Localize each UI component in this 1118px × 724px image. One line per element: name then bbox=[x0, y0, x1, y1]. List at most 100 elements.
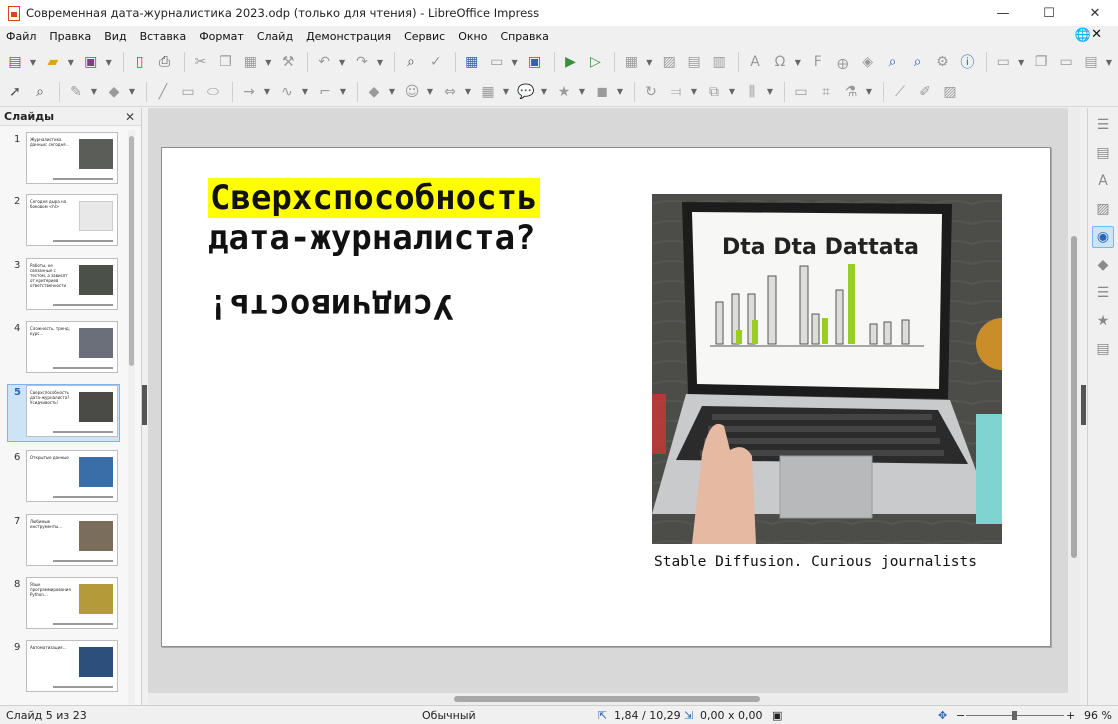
glue-points-icon[interactable]: ✐ bbox=[914, 81, 936, 103]
close-document-icon[interactable]: ✕ bbox=[1091, 27, 1102, 42]
basic-shapes-dropdown-icon[interactable]: ▼ bbox=[388, 81, 396, 103]
minimize-button[interactable]: — bbox=[980, 0, 1026, 26]
navigator-icon[interactable]: ◉ bbox=[1092, 226, 1114, 248]
layout-dropdown-icon[interactable]: ▼ bbox=[1105, 51, 1113, 73]
symbol-shapes-dropdown-icon[interactable]: ▼ bbox=[426, 81, 434, 103]
horizontal-scrollbar-thumb[interactable] bbox=[454, 696, 760, 702]
print-icon[interactable]: ⎙ bbox=[154, 51, 176, 73]
stars-icon[interactable]: ★ bbox=[553, 81, 575, 103]
open-dropdown-icon[interactable]: ▼ bbox=[67, 51, 75, 73]
image-icon[interactable]: ▨ bbox=[658, 51, 680, 73]
save-icon[interactable]: ▣ bbox=[80, 51, 102, 73]
slide-thumbnail[interactable]: 9 Автоматизация… bbox=[8, 640, 120, 698]
undo-dropdown-icon[interactable]: ▼ bbox=[338, 51, 346, 73]
connectors-icon[interactable]: ⌐ bbox=[314, 81, 336, 103]
vertical-scrollbar-thumb[interactable] bbox=[1071, 236, 1077, 558]
line-color-icon[interactable]: ✎ bbox=[65, 81, 87, 103]
distribute-icon[interactable]: ⫼ bbox=[741, 81, 763, 103]
media-icon[interactable]: ▤ bbox=[683, 51, 705, 73]
arrange-icon[interactable]: ⧉ bbox=[703, 81, 725, 103]
menu-format[interactable]: Формат bbox=[199, 30, 244, 43]
distribute-dropdown-icon[interactable]: ▼ bbox=[766, 81, 774, 103]
paste-dropdown-icon[interactable]: ▼ bbox=[264, 51, 272, 73]
table-icon[interactable]: ▦ bbox=[620, 51, 642, 73]
slide-thumbnail[interactable]: 3 Работы, не связанные с тестом, а завис… bbox=[8, 258, 120, 316]
help-info-icon[interactable]: ⓘ bbox=[956, 51, 978, 73]
redo-dropdown-icon[interactable]: ▼ bbox=[376, 51, 384, 73]
zoom-slider-handle[interactable] bbox=[1012, 711, 1017, 720]
menu-slideshow[interactable]: Демонстрация bbox=[306, 30, 391, 43]
menu-view[interactable]: Вид bbox=[104, 30, 126, 43]
fill-color-dropdown-icon[interactable]: ▼ bbox=[128, 81, 136, 103]
menu-slide[interactable]: Слайд bbox=[257, 30, 293, 43]
delete-slide-icon[interactable]: ▭ bbox=[1055, 51, 1077, 73]
menu-insert[interactable]: Вставка bbox=[140, 30, 187, 43]
new-slide-dropdown-icon[interactable]: ▼ bbox=[1017, 51, 1025, 73]
menu-help[interactable]: Справка bbox=[500, 30, 548, 43]
redo-icon[interactable]: ↷ bbox=[351, 51, 373, 73]
shadow-icon[interactable]: ▭ bbox=[790, 81, 812, 103]
callouts-dropdown-icon[interactable]: ▼ bbox=[540, 81, 548, 103]
align-dropdown-icon[interactable]: ▼ bbox=[690, 81, 698, 103]
3d-objects-icon[interactable]: ◼ bbox=[591, 81, 613, 103]
block-arrows-dropdown-icon[interactable]: ▼ bbox=[464, 81, 472, 103]
slide-thumbnail[interactable]: 1 Журналистика данных: сегодня… bbox=[8, 132, 120, 190]
zoom-pan-tool-icon[interactable]: ⌕ bbox=[29, 81, 51, 103]
laptop-photo[interactable]: Dta Dta Dattata bbox=[652, 194, 1002, 544]
slide-thumbnail[interactable]: 8 Язык программирования Python… bbox=[8, 577, 120, 635]
arrows-dropdown-icon[interactable]: ▼ bbox=[263, 81, 271, 103]
save-dropdown-icon[interactable]: ▼ bbox=[105, 51, 113, 73]
slide-thumbnail[interactable]: 6 Открытые данные bbox=[8, 450, 120, 508]
hyperlink-icon[interactable]: 🜨 bbox=[832, 51, 854, 73]
gallery-icon[interactable]: ▨ bbox=[1092, 198, 1114, 220]
align-icon[interactable]: ⫤ bbox=[665, 81, 687, 103]
zoom-pan-icon[interactable]: ⌕ bbox=[882, 51, 904, 73]
find-replace-icon[interactable]: ⌕ bbox=[400, 51, 422, 73]
textbox-icon[interactable]: A bbox=[744, 51, 766, 73]
views-dropdown-icon[interactable]: ▼ bbox=[511, 51, 519, 73]
export-pdf-icon[interactable]: ▯ bbox=[129, 51, 151, 73]
duplicate-slide-icon[interactable]: ❐ bbox=[1030, 51, 1052, 73]
collapse-slides-panel-handle[interactable] bbox=[142, 385, 147, 425]
curves-dropdown-icon[interactable]: ▼ bbox=[301, 81, 309, 103]
paste-icon[interactable]: ▦ bbox=[239, 51, 261, 73]
current-slide[interactable]: Сверхспособность дата-журналиста? Усидчи… bbox=[161, 147, 1051, 647]
zoom-icon[interactable]: ⌕ bbox=[907, 51, 929, 73]
globe-icon[interactable]: 🌐 bbox=[1075, 28, 1091, 43]
slide-thumbnail[interactable]: 7 Любимые инструменты… bbox=[8, 514, 120, 572]
connectors-dropdown-icon[interactable]: ▼ bbox=[339, 81, 347, 103]
zoom-in-button[interactable]: + bbox=[1066, 709, 1075, 722]
stars-dropdown-icon[interactable]: ▼ bbox=[578, 81, 586, 103]
slide-transition-icon[interactable]: ☰ bbox=[1092, 282, 1114, 304]
table-dropdown-icon[interactable]: ▼ bbox=[645, 51, 653, 73]
rectangle-tool-icon[interactable]: ▭ bbox=[177, 81, 199, 103]
line-tool-icon[interactable]: ╱ bbox=[152, 81, 174, 103]
symbol-shapes-icon[interactable]: ☺ bbox=[401, 81, 423, 103]
upside-down-text[interactable]: Усидчивость! bbox=[208, 286, 454, 326]
slide-thumbnail[interactable]: 2 Сегодня дыра на боковом <hl> bbox=[8, 194, 120, 252]
menu-window[interactable]: Окно bbox=[458, 30, 487, 43]
curves-icon[interactable]: ∿ bbox=[276, 81, 298, 103]
rotate-icon[interactable]: ↻ bbox=[640, 81, 662, 103]
close-button[interactable]: ✕ bbox=[1072, 0, 1118, 26]
fill-color-icon[interactable]: ◆ bbox=[103, 81, 125, 103]
toggle-extrusion-icon[interactable]: ▨ bbox=[939, 81, 961, 103]
select-arrow-icon[interactable]: ➚ bbox=[4, 81, 26, 103]
block-arrows-icon[interactable]: ⇔ bbox=[439, 81, 461, 103]
points-icon[interactable]: ⟋ bbox=[889, 81, 911, 103]
slide-heading[interactable]: Сверхспособность дата-журналиста? bbox=[208, 178, 540, 258]
filter-icon[interactable]: ⚗ bbox=[840, 81, 862, 103]
special-character-icon[interactable]: Ω bbox=[769, 51, 791, 73]
slide-thumbnail-selected[interactable]: 5 Сверхспособность дата-журналиста? Усид… bbox=[7, 384, 120, 442]
grid-icon[interactable]: ▦ bbox=[461, 51, 483, 73]
zoom-slider[interactable] bbox=[966, 711, 1064, 720]
master-slide-icon[interactable]: ▣ bbox=[524, 51, 546, 73]
3d-dropdown-icon[interactable]: ▼ bbox=[616, 81, 624, 103]
show-draw-functions-icon[interactable]: ◈ bbox=[857, 51, 879, 73]
menu-edit[interactable]: Правка bbox=[49, 30, 91, 43]
styles-icon[interactable]: A bbox=[1092, 170, 1114, 192]
open-folder-icon[interactable]: ▰ bbox=[42, 51, 64, 73]
horizontal-scrollbar[interactable] bbox=[148, 693, 1080, 705]
callouts-icon[interactable]: 💬 bbox=[515, 81, 537, 103]
filter-dropdown-icon[interactable]: ▼ bbox=[865, 81, 873, 103]
